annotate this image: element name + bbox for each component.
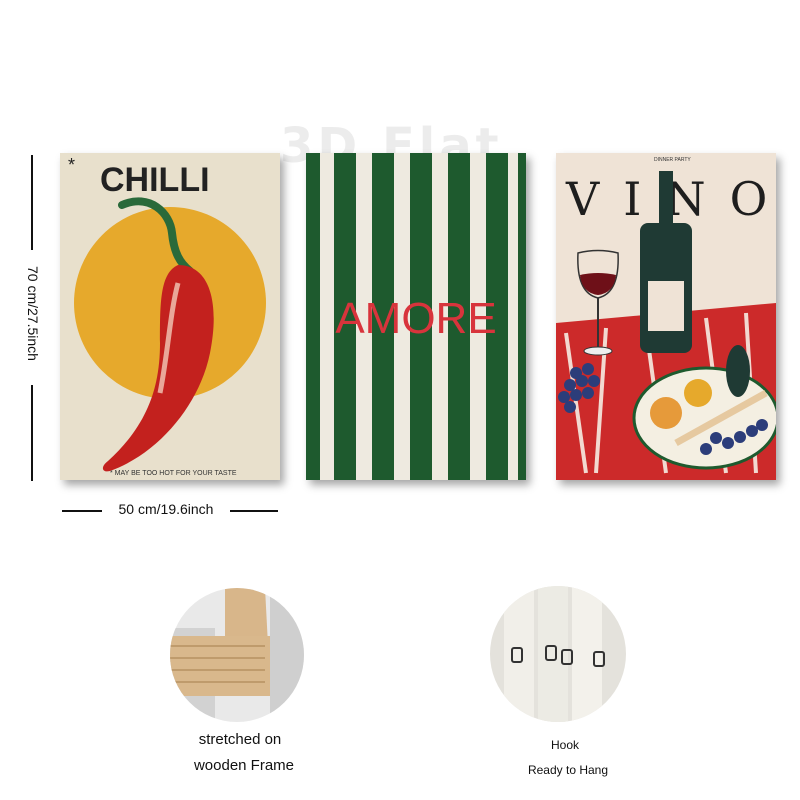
chilli-star: *	[68, 155, 75, 175]
amore-title: AMORE	[335, 294, 496, 343]
frame-detail-photo	[170, 588, 304, 722]
height-marker-line-bottom	[31, 385, 33, 481]
hook-image	[490, 586, 626, 722]
width-marker-line-right	[230, 510, 278, 512]
chilli-subtitle: * MAY BE TOO HOT FOR YOUR TASTE	[110, 470, 237, 477]
chilli-title: CHILLI	[100, 161, 210, 199]
hook-caption-line2: Ready to Hang	[527, 763, 609, 777]
frame-caption-line1: stretched on	[198, 731, 282, 748]
width-label: 50 cm/19.6inch	[118, 501, 214, 517]
height-marker-line-top	[31, 155, 33, 250]
hook-detail-photo	[490, 586, 626, 722]
chilli-artwork: * CHILLI * MAY BE TOO HOT FOR YOUR TASTE	[60, 153, 280, 480]
amore-artwork: AMORE	[306, 153, 526, 480]
vino-poster: VINO DINNER PARTY	[556, 153, 776, 480]
vino-artwork: VINO DINNER PARTY	[556, 153, 776, 480]
frame-caption-line2: wooden Frame	[193, 757, 295, 774]
hook-caption-line1: Hook	[550, 738, 579, 752]
chilli-poster: * CHILLI * MAY BE TOO HOT FOR YOUR TASTE	[60, 153, 280, 480]
wooden-frame-image	[170, 588, 304, 722]
vino-subtitle: DINNER PARTY	[654, 157, 691, 163]
height-label: 70 cm/27.5inch	[25, 266, 41, 361]
amore-poster: AMORE	[306, 153, 526, 480]
